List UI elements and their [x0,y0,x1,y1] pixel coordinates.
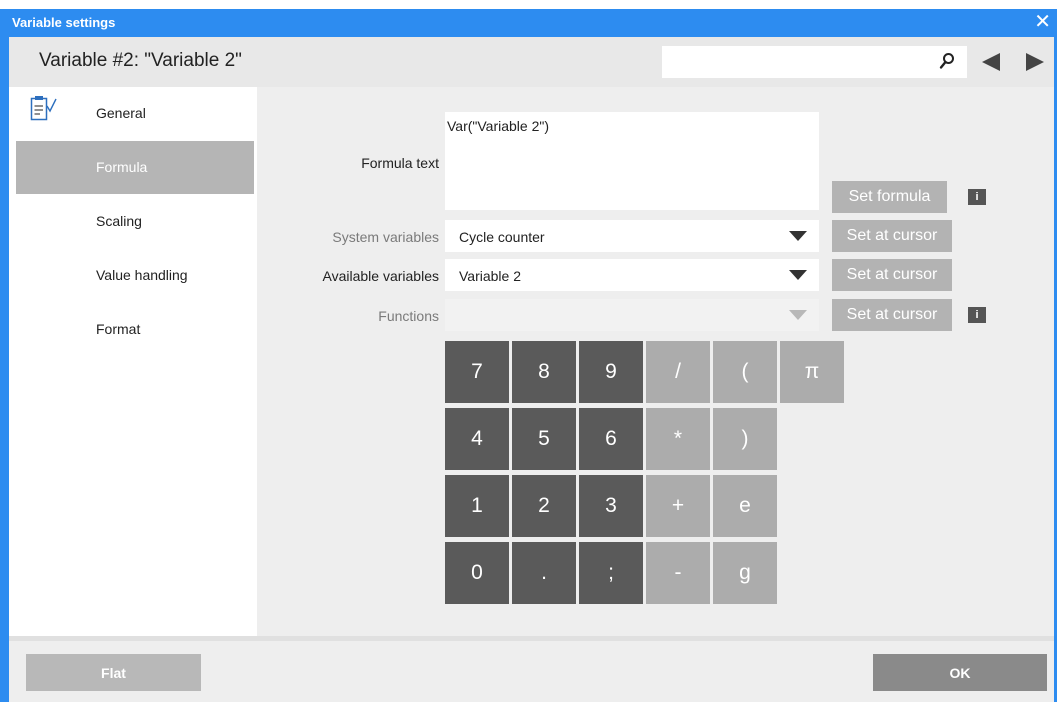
key-e[interactable]: e [713,475,777,537]
set-formula-button[interactable]: Set formula [832,181,947,213]
chevron-down-icon [789,310,807,320]
sidebar-item-label: Format [96,321,141,337]
system-variables-select[interactable]: Cycle counter [445,220,819,252]
set-at-cursor-button-variables[interactable]: Set at cursor [832,259,952,291]
chevron-down-icon [789,231,807,241]
sidebar-item-general[interactable]: General [16,87,254,140]
key-9[interactable]: 9 [579,341,643,403]
key-multiply[interactable]: * [646,408,710,470]
search-icon[interactable] [939,52,955,70]
search-box [662,46,967,78]
available-variables-label: Available variables [322,268,439,284]
key-open-paren[interactable]: ( [713,341,777,403]
sidebar-item-scaling[interactable]: Scaling [16,195,254,248]
formula-text-field[interactable]: Var("Variable 2") [445,112,819,210]
key-close-paren[interactable]: ) [713,408,777,470]
window-title: Variable settings [12,15,116,30]
key-semicolon[interactable]: ; [579,542,643,604]
chevron-down-icon [789,270,807,280]
dialog-window: Variable settings ✕ Variable #2: "Variab… [0,0,1057,702]
info-icon[interactable]: i [968,189,986,205]
key-g[interactable]: g [713,542,777,604]
title-bar: Variable settings ✕ [0,9,1057,37]
system-variables-value: Cycle counter [459,229,545,245]
sidebar-item-label: Formula [96,159,148,175]
sidebar-item-value-handling[interactable]: Value handling [16,249,254,302]
sidebar-item-label: General [96,105,146,121]
formula-label: Formula text [361,155,439,171]
key-7[interactable]: 7 [445,341,509,403]
sidebar-item-label: Value handling [96,267,188,283]
sidebar: General Formula Scaling Value handling F… [9,87,257,636]
functions-label: Functions [378,308,439,324]
key-5[interactable]: 5 [512,408,576,470]
key-8[interactable]: 8 [512,341,576,403]
key-divide[interactable]: / [646,341,710,403]
system-variables-label: System variables [332,229,439,245]
key-1[interactable]: 1 [445,475,509,537]
available-variables-value: Variable 2 [459,268,522,284]
arrow-right-icon[interactable] [1024,51,1046,73]
sidebar-item-formula[interactable]: Formula [16,141,254,194]
close-icon[interactable]: ✕ [1034,11,1051,33]
key-4[interactable]: 4 [445,408,509,470]
key-decimal[interactable]: . [512,542,576,604]
set-at-cursor-button-functions[interactable]: Set at cursor [832,299,952,331]
sidebar-item-label: Scaling [96,213,142,229]
key-minus[interactable]: - [646,542,710,604]
formula-panel: Formula text Var("Variable 2") Set formu… [257,87,1054,636]
functions-select[interactable] [445,299,819,331]
set-at-cursor-button-system[interactable]: Set at cursor [832,220,952,252]
key-2[interactable]: 2 [512,475,576,537]
header-bar: Variable #2: "Variable 2" [9,37,1054,87]
arrow-left-icon[interactable] [980,51,1002,73]
search-input[interactable] [662,46,917,78]
key-plus[interactable]: + [646,475,710,537]
page-title: Variable #2: "Variable 2" [39,50,242,71]
key-0[interactable]: 0 [445,542,509,604]
sidebar-item-format[interactable]: Format [16,303,254,356]
clipboard-check-icon [30,96,57,121]
footer-bar: Flat OK [9,636,1054,702]
ok-button[interactable]: OK [873,654,1047,691]
flat-button[interactable]: Flat [26,654,201,691]
window-border-left [0,9,9,702]
key-6[interactable]: 6 [579,408,643,470]
key-pi[interactable]: π [780,341,844,403]
available-variables-select[interactable]: Variable 2 [445,259,819,291]
key-3[interactable]: 3 [579,475,643,537]
info-icon[interactable]: i [968,307,986,323]
